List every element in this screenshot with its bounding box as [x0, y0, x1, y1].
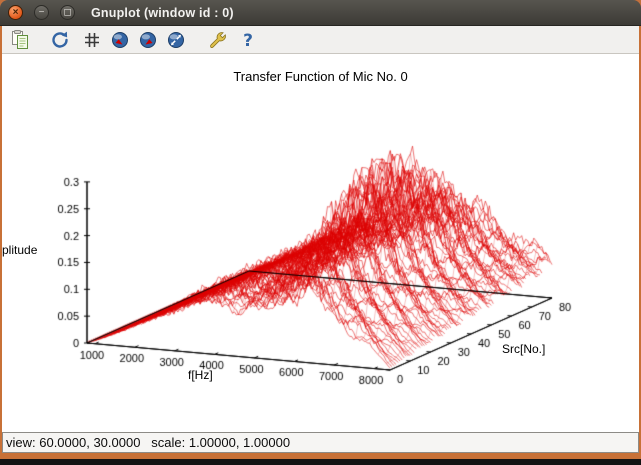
gnuplot-window: ×−◻ Gnuplot (window id : 0) ? Transfer F… — [0, 0, 641, 465]
minimize-button[interactable]: − — [34, 5, 49, 20]
chart-title: Transfer Function of Mic No. 0 — [2, 69, 639, 84]
zoom-previous-icon — [110, 30, 130, 50]
toolbar: ? — [2, 26, 639, 54]
grid-button[interactable] — [80, 28, 104, 52]
zoom-next-icon — [138, 30, 158, 50]
x-axis-label: f[Hz] — [188, 368, 213, 382]
z-axis-label: plitude — [2, 243, 37, 257]
maximize-button[interactable]: ◻ — [60, 5, 75, 20]
grid-icon — [82, 30, 102, 50]
config-button[interactable] — [206, 28, 230, 52]
autoscale-button[interactable] — [164, 28, 188, 52]
zoom-previous-button[interactable] — [108, 28, 132, 52]
y-axis-label: Src[No.] — [502, 342, 545, 356]
autoscale-icon — [166, 30, 186, 50]
window-title: Gnuplot (window id : 0) — [91, 6, 234, 20]
plot-canvas[interactable] — [2, 54, 639, 432]
window-bottom-shadow — [0, 459, 641, 465]
zoom-next-button[interactable] — [136, 28, 160, 52]
window-frame: ? Transfer Function of Mic No. 0 plitude… — [0, 26, 641, 453]
help-icon: ? — [238, 30, 258, 50]
titlebar[interactable]: ×−◻ Gnuplot (window id : 0) — [0, 0, 641, 26]
replot-icon — [50, 30, 70, 50]
status-text: view: 60.0000, 30.0000 scale: 1.00000, 1… — [6, 435, 290, 450]
copy-button[interactable] — [8, 28, 32, 52]
status-bar: view: 60.0000, 30.0000 scale: 1.00000, 1… — [2, 432, 639, 453]
replot-button[interactable] — [48, 28, 72, 52]
config-icon — [208, 30, 228, 50]
window-controls: ×−◻ — [8, 5, 75, 20]
help-button[interactable]: ? — [236, 28, 260, 52]
close-button[interactable]: × — [8, 5, 23, 20]
svg-text:?: ? — [243, 31, 253, 50]
plot-area: Transfer Function of Mic No. 0 plitude f… — [2, 54, 639, 432]
copy-icon — [10, 30, 30, 50]
